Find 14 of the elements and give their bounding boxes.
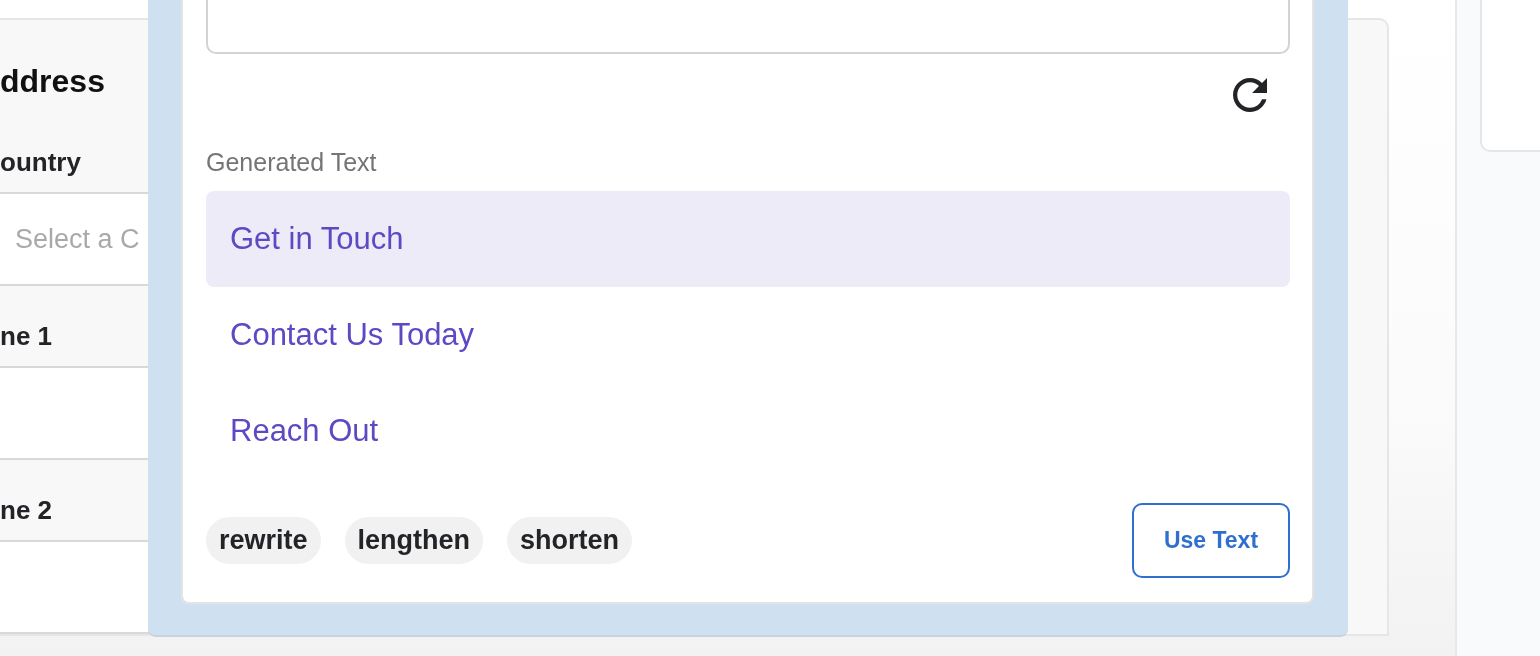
- refresh-icon[interactable]: [1233, 78, 1267, 112]
- suggestion-item[interactable]: Reach Out: [206, 383, 1290, 479]
- action-chip[interactable]: shorten: [507, 517, 633, 564]
- field-label: ne 2: [0, 495, 53, 525]
- text-input-field[interactable]: [206, 0, 1290, 54]
- action-chip[interactable]: lengthen: [344, 517, 484, 564]
- field-label: ne 1: [0, 321, 53, 351]
- use-text-button[interactable]: Use Text: [1132, 503, 1290, 578]
- field-label: ountry: [0, 147, 81, 177]
- generated-text-label: Generated Text: [206, 147, 377, 177]
- suggestion-item[interactable]: Contact Us Today: [206, 287, 1290, 383]
- suggestion-item[interactable]: Get in Touch: [206, 191, 1290, 287]
- section-heading: ddress: [0, 63, 105, 99]
- action-chip[interactable]: rewrite: [206, 517, 321, 564]
